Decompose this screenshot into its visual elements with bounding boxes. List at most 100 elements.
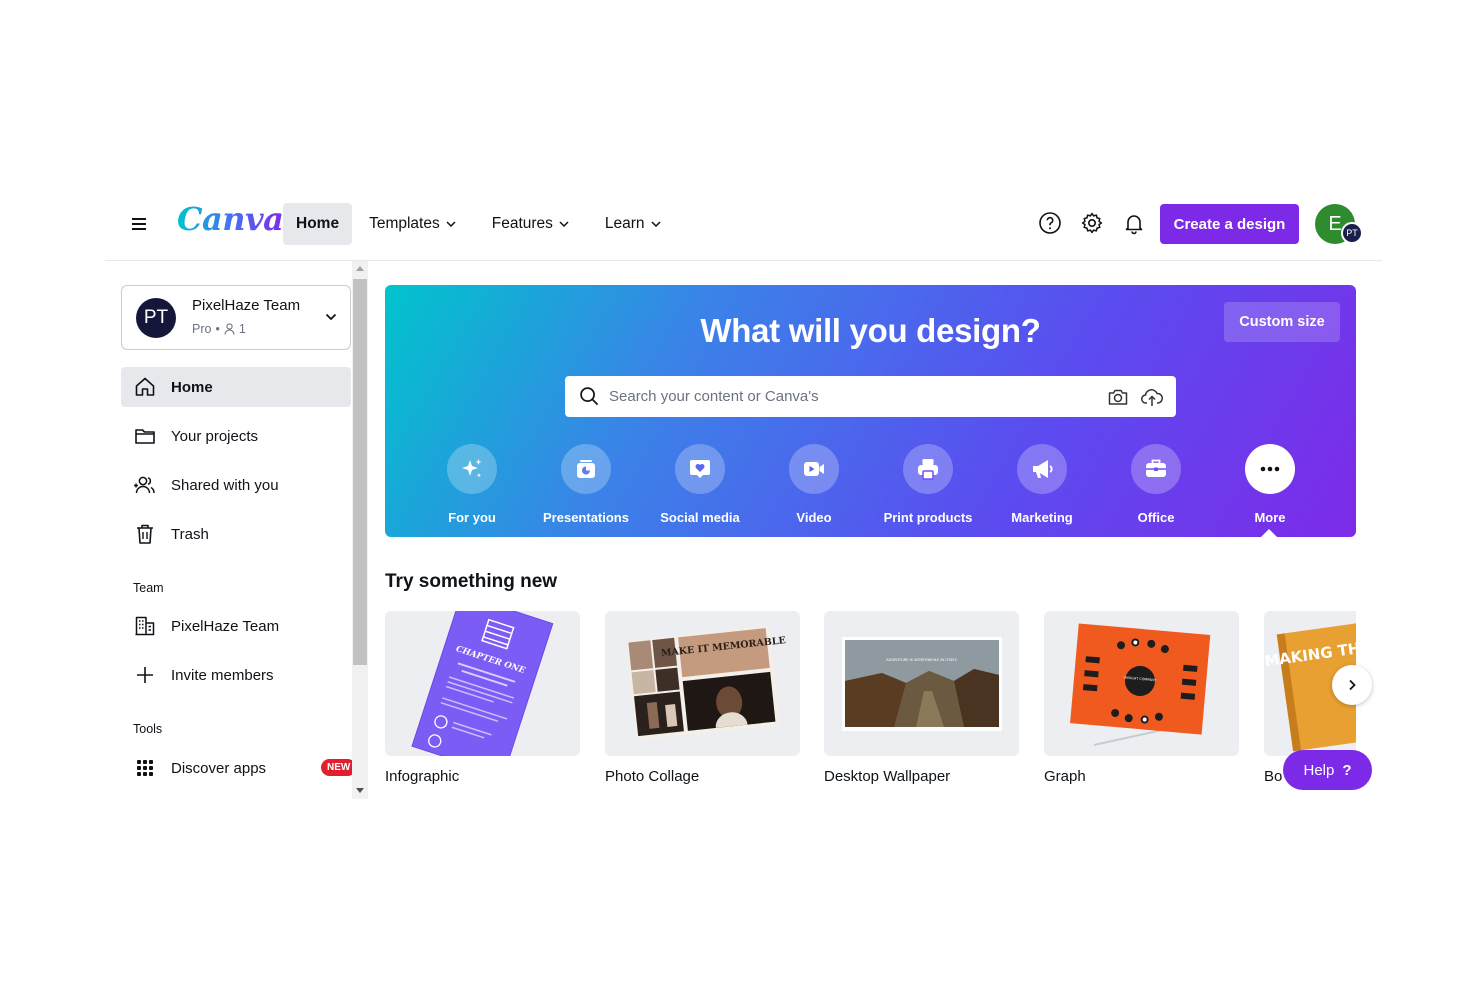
hero-title: What will you design? [700,312,1041,349]
building-icon [135,616,155,636]
help-circle-icon[interactable] [1038,211,1062,235]
chevron-down-icon [559,221,569,227]
main-nav: Home Templates Features Learn [283,203,674,245]
hamburger-menu-icon[interactable] [129,214,153,234]
hero-banner: What will you design? Custom size Search… [385,285,1356,538]
category-video[interactable]: Video [757,444,871,525]
sidebar-item-invite-members[interactable]: Invite members [121,655,351,695]
category-office[interactable]: Office [1099,444,1213,525]
team-name: PixelHaze Team [192,297,301,314]
category-circle [903,444,953,494]
printer-icon [918,459,938,480]
wallpaper-thumbnail-image: ADVENTURE IS WORTHWHILE IN ITSELF. [842,637,1002,731]
category-label: Social media [660,510,740,525]
infographic-thumbnail-image: CHAPTER ONE [411,611,554,756]
shared-users-icon [134,476,155,494]
sidebar-item-label: Shared with you [171,476,279,494]
category-print-products[interactable]: Print products [871,444,985,525]
person-icon [224,323,235,335]
sidebar-item-label: PixelHaze Team [171,617,280,635]
scrollbar-thumb[interactable] [353,279,367,665]
card-graph[interactable]: INSIGHT COMPANY Graph [1044,611,1239,785]
selected-caret-indicator [1260,529,1278,538]
canva-logo[interactable]: Canva [177,200,284,238]
category-label: Presentations [543,510,629,525]
search-input[interactable] [609,382,1089,411]
photo-collage-thumbnail-image: MAKE IT MEMORABLE [626,625,786,741]
sidebar-item-discover-apps[interactable]: Discover apps NEW [121,748,357,788]
sidebar-item-pixelhaze-team[interactable]: PixelHaze Team [121,606,351,646]
nav-home[interactable]: Home [283,203,353,245]
folder-icon [135,429,155,444]
nav-templates[interactable]: Templates [356,203,469,245]
presentation-icon [577,460,595,478]
category-marketing[interactable]: Marketing [985,444,1099,525]
chevron-down-icon [325,313,337,321]
category-presentations[interactable]: Presentations [529,444,643,525]
heart-chat-icon [690,460,710,478]
chevron-down-icon [651,221,661,227]
nav-learn[interactable]: Learn [592,203,674,245]
sidebar-scrollbar[interactable] [352,261,368,799]
megaphone-icon [1033,460,1053,478]
team-heading: Team [133,581,164,595]
chevron-down-icon [446,221,456,227]
plus-icon [137,667,153,683]
search-bar [565,376,1176,417]
category-circle [789,444,839,494]
briefcase-icon [1146,459,1166,477]
category-label: More [1254,510,1286,525]
sidebar-item-home[interactable]: Home [121,367,351,407]
sidebar-item-label: Discover apps [171,759,267,777]
question-mark-icon: ? [1342,761,1352,779]
sidebar-item-label: Your projects [171,427,258,445]
category-circle [447,444,497,494]
card-label: Photo Collage [605,768,700,785]
carousel-next-button[interactable] [1332,665,1372,705]
card-infographic[interactable]: CHAPTER ONE Infographic [385,611,580,785]
card-desktop-wallpaper[interactable]: ADVENTURE IS WORTHWHILE IN ITSELF. Deskt… [824,611,1019,785]
nav-templates-label: Templates [369,215,440,232]
sidebar-item-label: Trash [171,525,209,543]
card-thumbnail: CHAPTER ONE [385,611,580,756]
card-photo-collage[interactable]: MAKE IT MEMORABLE Photo Collage [605,611,800,785]
sparkle-icon [462,459,482,478]
card-label: Graph [1044,768,1086,785]
nav-learn-label: Learn [604,215,645,232]
nav-home-label: Home [296,215,340,232]
card-label: Desktop Wallpaper [824,768,951,785]
create-design-button[interactable]: Create a design [1160,204,1299,244]
card-label: Infographic [385,768,460,785]
gear-icon[interactable] [1080,211,1104,235]
sidebar-item-trash[interactable]: Trash [121,514,351,554]
category-more[interactable]: More [1213,444,1327,525]
more-dots-icon [1260,466,1280,472]
sidebar-item-shared-with-you[interactable]: Shared with you [121,465,351,505]
try-new-carousel: CHAPTER ONE Infographic MAKE IT MEMORABL… [385,611,1356,799]
cloud-upload-icon[interactable] [1140,385,1164,409]
category-for-you[interactable]: For you [415,444,529,525]
category-label: Marketing [1011,510,1073,525]
category-circle [675,444,725,494]
wallpaper-thumb-text: ADVENTURE IS WORTHWHILE IN ITSELF. [886,658,957,662]
custom-size-button[interactable]: Custom size [1224,302,1340,342]
top-icons [1038,211,1146,235]
sidebar-item-your-projects[interactable]: Your projects [121,416,351,456]
bell-icon[interactable] [1122,211,1146,235]
nav-features-label: Features [491,215,553,232]
top-bar: Canva Home Templates Features Learn Crea… [105,187,1382,261]
team-switcher[interactable]: PT PixelHaze Team Pro • 1 [121,285,351,350]
category-circle [1017,444,1067,494]
sidebar-item-label: Invite members [171,666,274,684]
camera-icon[interactable] [1107,386,1129,408]
nav-features[interactable]: Features [479,203,582,245]
scroll-down-arrow-icon[interactable] [356,788,364,793]
separator-dot: • [215,322,220,336]
category-social-media[interactable]: Social media [643,444,757,525]
help-button[interactable]: Help ? [1283,750,1372,790]
help-label: Help [1303,761,1335,779]
sidebar-item-label: Home [171,378,213,396]
sidebar: PT PixelHaze Team Pro • 1 Home Your proj… [105,261,368,799]
scroll-up-arrow-icon[interactable] [356,266,364,271]
category-label: Print products [883,510,973,525]
